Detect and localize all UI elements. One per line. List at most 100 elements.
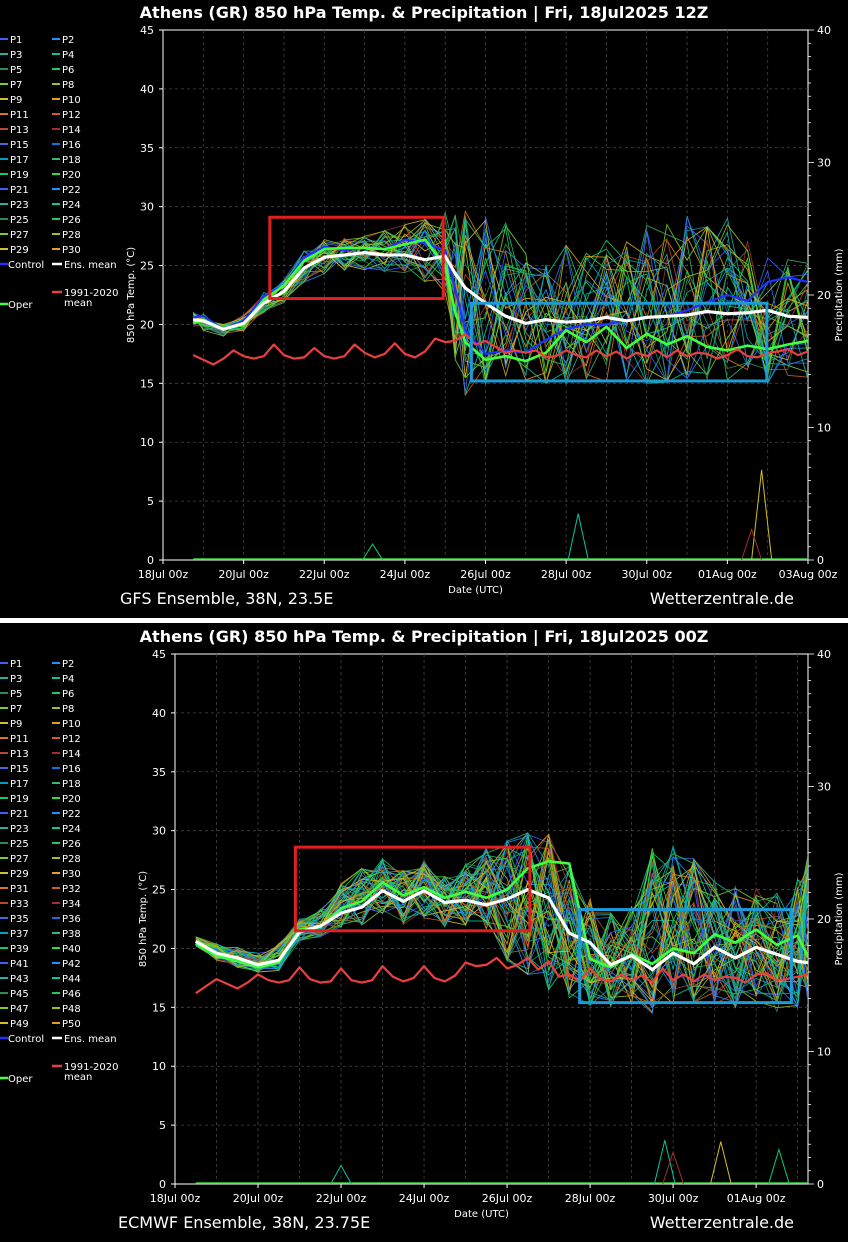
legend-label: P30 — [62, 869, 81, 880]
legend-oper-label: Oper — [8, 1074, 33, 1085]
x-tick-label: 03Aug 00z — [779, 568, 838, 581]
legend-label: P3 — [10, 674, 22, 685]
legend-label: P9 — [10, 719, 22, 730]
legend-label: P50 — [62, 1019, 81, 1030]
legend-label: P8 — [62, 80, 74, 91]
y-tick-label: 10 — [140, 436, 154, 449]
legend-label: P27 — [10, 230, 29, 241]
y-tick-label: 45 — [140, 24, 154, 37]
y-tick-label: 15 — [140, 377, 154, 390]
legend-label: P29 — [10, 869, 29, 880]
legend-label: P19 — [10, 794, 29, 805]
legend-label: P5 — [10, 65, 22, 76]
legend-label: P10 — [62, 719, 81, 730]
legend-control-label: Control — [8, 260, 44, 271]
y-tick-label: 30 — [152, 825, 166, 838]
x-tick-label: 22Jul 00z — [299, 568, 350, 581]
legend-label: P16 — [62, 764, 81, 775]
x-tick-label: 18Jul 00z — [150, 1192, 201, 1205]
legend-label: P23 — [10, 200, 29, 211]
y2-tick-label: 20 — [817, 289, 831, 302]
legend-label: P49 — [10, 1019, 29, 1030]
x-tick-label: 18Jul 00z — [138, 568, 189, 581]
x-axis-label: Date (UTC) — [454, 1209, 509, 1220]
legend-label: P45 — [10, 989, 29, 1000]
y-axis-label: 850 hPa Temp. (°C) — [138, 871, 149, 967]
legend-label: P46 — [62, 989, 81, 1000]
legend-label: P24 — [62, 824, 81, 835]
legend-label: P26 — [62, 839, 81, 850]
site-label: Wetterzentrale.de — [650, 1213, 794, 1232]
legend-label: P7 — [10, 704, 22, 715]
legend-label: P8 — [62, 704, 74, 715]
legend-label: P38 — [62, 929, 81, 940]
y-tick-label: 10 — [152, 1060, 166, 1073]
legend-label: P16 — [62, 140, 81, 151]
y2-axis-label: Precipitation (mm) — [834, 248, 845, 341]
y-axis-label: 850 hPa Temp. (°C) — [126, 247, 137, 343]
legend-label: P43 — [10, 974, 29, 985]
legend-label: P14 — [62, 749, 81, 760]
legend-label: P48 — [62, 1004, 81, 1015]
legend-label: P32 — [62, 884, 81, 895]
legend-label: P2 — [62, 659, 74, 670]
x-tick-label: 28Jul 00z — [565, 1192, 616, 1205]
plot-area — [174, 653, 809, 1185]
legend-label: P1 — [10, 659, 22, 670]
y-tick-label: 40 — [140, 83, 154, 96]
legend-label: P17 — [10, 779, 29, 790]
legend-label: P33 — [10, 899, 29, 910]
x-tick-label: 28Jul 00z — [541, 568, 592, 581]
legend-label: P41 — [10, 959, 29, 970]
chart-title: Athens (GR) 850 hPa Temp. & Precipitatio… — [140, 627, 709, 647]
legend-label: P21 — [10, 809, 29, 820]
y2-tick-label: 40 — [817, 648, 831, 661]
model-label: ECMWF Ensemble, 38N, 23.75E — [118, 1213, 370, 1232]
legend-label: P35 — [10, 914, 29, 925]
y-tick-label: 0 — [147, 554, 154, 567]
y-tick-label: 0 — [159, 1178, 166, 1191]
legend-label: P28 — [62, 854, 81, 865]
legend-label: P20 — [62, 794, 81, 805]
legend-label: P27 — [10, 854, 29, 865]
legend-clim-label-2: mean — [64, 1072, 92, 1083]
legend-label: P17 — [10, 155, 29, 166]
meteogram-panel-2: Athens (GR) 850 hPa Temp. & Precipitatio… — [0, 627, 845, 1232]
legend-label: P6 — [62, 65, 74, 76]
legend-label: P18 — [62, 155, 81, 166]
site-label: Wetterzentrale.de — [650, 589, 794, 608]
meteogram-canvas: Athens (GR) 850 hPa Temp. & Precipitatio… — [0, 3, 848, 1232]
x-axis-label: Date (UTC) — [448, 585, 503, 596]
y2-tick-label: 0 — [817, 554, 824, 567]
legend-label: P40 — [62, 944, 81, 955]
legend-label: P5 — [10, 689, 22, 700]
y-tick-label: 20 — [152, 942, 166, 955]
y-tick-label: 5 — [159, 1119, 166, 1132]
legend-clim-label-2: mean — [64, 298, 92, 309]
legend-label: P13 — [10, 125, 29, 136]
legend-label: P9 — [10, 95, 22, 106]
y-tick-label: 45 — [152, 648, 166, 661]
chart-title: Athens (GR) 850 hPa Temp. & Precipitatio… — [140, 3, 709, 23]
x-tick-label: 01Aug 00z — [727, 1192, 786, 1205]
y2-tick-label: 10 — [817, 1046, 831, 1059]
legend-label: P4 — [62, 674, 74, 685]
legend-label: P1 — [10, 35, 22, 46]
legend-label: P29 — [10, 245, 29, 256]
x-tick-label: 22Jul 00z — [316, 1192, 367, 1205]
y-tick-label: 25 — [152, 884, 166, 897]
legend-label: P10 — [62, 95, 81, 106]
meteogram-panel-1: Athens (GR) 850 hPa Temp. & Precipitatio… — [0, 3, 845, 608]
legend: P1 P2 P3 P4 P5 P6 P7 P8 P9 P10 P11 P12 P13 P14 P15 P16 P… — [0, 35, 119, 311]
legend-label: P44 — [62, 974, 81, 985]
legend-label: P15 — [10, 764, 29, 775]
legend-label: P23 — [10, 824, 29, 835]
legend-label: P22 — [62, 185, 81, 196]
legend-label: P37 — [10, 929, 29, 940]
x-tick-label: 20Jul 00z — [218, 568, 269, 581]
legend-label: P12 — [62, 734, 81, 745]
legend-label: P26 — [62, 215, 81, 226]
legend-label: P22 — [62, 809, 81, 820]
x-tick-label: 24Jul 00z — [399, 1192, 450, 1205]
legend-label: P24 — [62, 200, 81, 211]
